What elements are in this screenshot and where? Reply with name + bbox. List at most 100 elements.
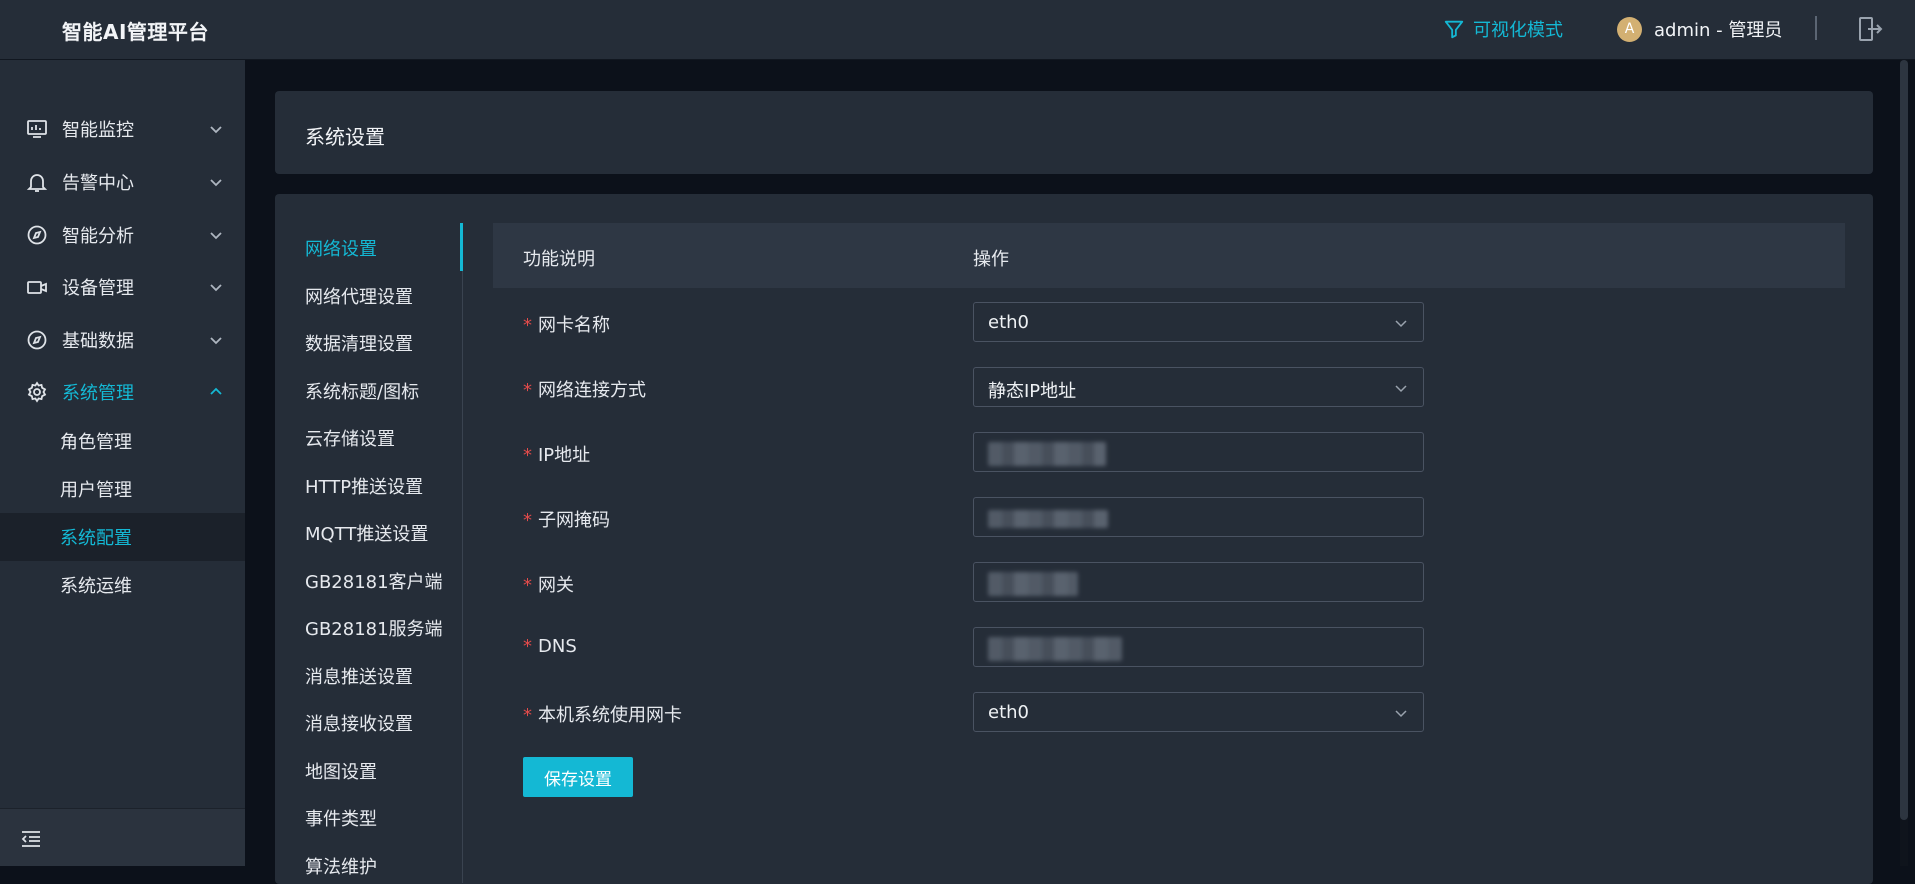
settings-nav-message-receive[interactable]: 消息接收设置 <box>305 710 413 736</box>
settings-nav-gb28181-client[interactable]: GB28181客户端 <box>305 568 443 594</box>
page-header: 系统设置 <box>275 91 1873 174</box>
sidebar-item-alarm[interactable]: 告警中心 <box>0 160 245 204</box>
sidebar-subitem-system-ops[interactable]: 系统运维 <box>0 561 245 609</box>
settings-nav-http-push[interactable]: HTTP推送设置 <box>305 473 423 499</box>
avatar: A <box>1617 16 1642 42</box>
sidebar-item-system[interactable]: 系统管理 <box>0 370 245 414</box>
field-label-text: 子网掩码 <box>538 510 610 531</box>
page-title: 系统设置 <box>305 125 385 149</box>
save-settings-button[interactable]: 保存设置 <box>523 757 633 797</box>
sidebar-subitem-label: 用户管理 <box>60 480 132 501</box>
settings-nav-gb28181-server[interactable]: GB28181服务端 <box>305 615 443 641</box>
page-scrollbar[interactable] <box>1900 60 1908 866</box>
sidebar: 智能监控 告警中心 智能分析 设备管理 基础数据 系统管理 角色管理 用户管理 … <box>0 60 245 866</box>
settings-nav-algorithm[interactable]: 算法维护 <box>305 853 377 879</box>
filter-icon <box>1444 20 1464 39</box>
redacted-value <box>988 442 1106 466</box>
sidebar-subitem-label: 系统配置 <box>60 528 132 549</box>
select-value: 静态IP地址 <box>988 381 1077 402</box>
app-title: 智能AI管理平台 <box>62 20 209 44</box>
required-mark: * <box>523 636 532 657</box>
scrollbar-thumb[interactable] <box>1900 60 1908 820</box>
visual-mode-link[interactable]: 可视化模式 <box>1443 16 1563 42</box>
gateway-input[interactable] <box>973 562 1424 602</box>
field-label-text: 网络连接方式 <box>538 380 646 401</box>
field-label-text: DNS <box>538 636 577 657</box>
sidebar-item-label: 系统管理 <box>62 383 134 404</box>
settings-nav-title-icon[interactable]: 系统标题/图标 <box>305 378 419 404</box>
sidebar-item-basic-data[interactable]: 基础数据 <box>0 318 245 362</box>
gear-icon <box>27 381 47 403</box>
subnet-mask-input[interactable] <box>973 497 1424 537</box>
required-mark: * <box>523 510 532 531</box>
required-mark: * <box>523 380 532 401</box>
field-label-nic-name: * 网卡名称 <box>523 311 610 337</box>
table-header: 功能说明 操作 <box>493 223 1845 288</box>
connection-mode-select[interactable]: 静态IP地址 <box>973 367 1424 407</box>
bell-icon <box>26 174 48 192</box>
collapse-menu-icon[interactable] <box>20 829 42 849</box>
chevron-down-icon <box>210 284 222 292</box>
sidebar-item-monitoring[interactable]: 智能监控 <box>0 107 245 151</box>
field-label-subnet-mask: * 子网掩码 <box>523 506 610 532</box>
chevron-up-icon <box>210 387 222 395</box>
dns-input[interactable] <box>973 627 1424 667</box>
settings-nav-data-cleanup[interactable]: 数据清理设置 <box>305 330 413 356</box>
settings-nav-map[interactable]: 地图设置 <box>305 758 377 784</box>
field-label-text: IP地址 <box>538 445 591 466</box>
settings-nav: 网络设置 网络代理设置 数据清理设置 系统标题/图标 云存储设置 HTTP推送设… <box>275 223 463 883</box>
settings-panel: 网络设置 网络代理设置 数据清理设置 系统标题/图标 云存储设置 HTTP推送设… <box>275 194 1873 884</box>
sidebar-subitem-users[interactable]: 用户管理 <box>0 465 245 513</box>
chevron-down-icon <box>210 179 222 187</box>
field-label-dns: * DNS <box>523 636 577 657</box>
chevron-down-icon <box>210 337 222 345</box>
compass-icon <box>27 225 47 245</box>
top-bar: 智能AI管理平台 可视化模式 A admin - 管理员 <box>0 0 1915 60</box>
chevron-down-icon <box>1395 320 1407 328</box>
settings-nav-event-types[interactable]: 事件类型 <box>305 805 377 831</box>
sidebar-item-label: 设备管理 <box>62 278 134 299</box>
required-mark: * <box>523 315 532 336</box>
sidebar-subitem-label: 系统运维 <box>60 576 132 597</box>
sidebar-item-analysis[interactable]: 智能分析 <box>0 213 245 257</box>
ip-address-input[interactable] <box>973 432 1424 472</box>
user-menu[interactable]: A admin - 管理员 <box>1617 16 1782 42</box>
field-label-system-nic: * 本机系统使用网卡 <box>523 701 682 727</box>
column-header-description: 功能说明 <box>523 249 595 270</box>
settings-nav-mqtt-push[interactable]: MQTT推送设置 <box>305 520 428 546</box>
chevron-down-icon <box>210 232 222 240</box>
redacted-value <box>988 510 1108 528</box>
camera-icon <box>27 281 47 294</box>
monitor-icon <box>27 120 47 138</box>
field-label-ip-address: * IP地址 <box>523 441 590 467</box>
select-value: eth0 <box>988 312 1029 333</box>
settings-nav-message-push[interactable]: 消息推送设置 <box>305 663 413 689</box>
redacted-value <box>988 572 1078 596</box>
redacted-value <box>988 637 1122 661</box>
sidebar-footer <box>0 808 245 866</box>
sidebar-item-label: 智能监控 <box>62 120 134 141</box>
divider <box>1815 16 1817 40</box>
chevron-down-icon <box>210 126 222 134</box>
sidebar-subitem-roles[interactable]: 角色管理 <box>0 417 245 465</box>
sidebar-item-devices[interactable]: 设备管理 <box>0 265 245 309</box>
chevron-down-icon <box>1395 385 1407 393</box>
sidebar-subitem-label: 角色管理 <box>60 432 132 453</box>
chevron-down-icon <box>1395 710 1407 718</box>
required-mark: * <box>523 575 532 596</box>
column-header-operation: 操作 <box>973 249 1009 270</box>
settings-nav-network[interactable]: 网络设置 <box>305 235 377 261</box>
field-label-text: 网关 <box>538 575 574 596</box>
system-nic-select[interactable]: eth0 <box>973 692 1424 732</box>
active-indicator <box>460 223 463 271</box>
logout-icon[interactable] <box>1856 15 1884 43</box>
field-label-text: 本机系统使用网卡 <box>538 705 682 726</box>
field-label-text: 网卡名称 <box>538 315 610 336</box>
sidebar-subitem-system-config[interactable]: 系统配置 <box>0 513 245 561</box>
visual-mode-label: 可视化模式 <box>1473 20 1563 41</box>
sidebar-item-label: 智能分析 <box>62 226 134 247</box>
settings-nav-proxy[interactable]: 网络代理设置 <box>305 283 413 309</box>
user-label: admin - 管理员 <box>1654 20 1783 41</box>
nic-name-select[interactable]: eth0 <box>973 302 1424 342</box>
settings-nav-cloud-storage[interactable]: 云存储设置 <box>305 425 395 451</box>
